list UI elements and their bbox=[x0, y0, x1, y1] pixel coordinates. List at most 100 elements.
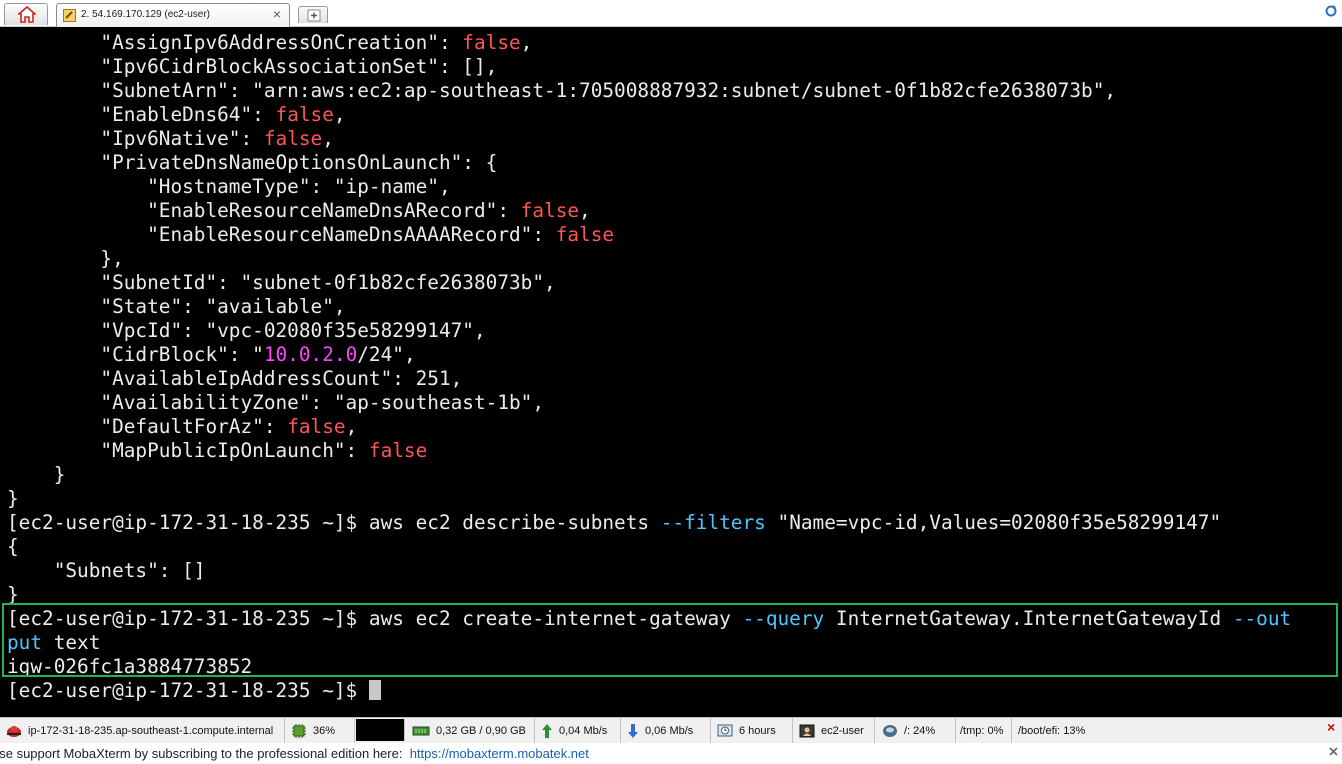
terminal-text: } bbox=[7, 583, 19, 606]
terminal-text: { bbox=[7, 535, 19, 558]
status-uptime-text: 6 hours bbox=[739, 724, 776, 737]
terminal-output: "AssignIpv6AddressOnCreation": false, "I… bbox=[7, 31, 1291, 703]
upload-icon bbox=[542, 723, 552, 738]
terminal-text: false bbox=[555, 223, 615, 246]
terminal-text: false bbox=[287, 415, 346, 438]
terminal-text: put bbox=[7, 631, 43, 654]
close-icon[interactable]: × bbox=[1327, 720, 1340, 734]
status-memory: 0,32 GB / 0,90 GB bbox=[406, 718, 535, 743]
status-cpu: 36% bbox=[285, 718, 355, 743]
status-disk-boot-text: /boot/efi: 13% bbox=[1018, 724, 1086, 737]
terminal-text: false bbox=[263, 127, 323, 150]
status-upload-text: 0,04 Mb/s bbox=[559, 724, 608, 737]
close-icon[interactable]: × bbox=[273, 6, 281, 22]
terminal-text: "VpcId": "vpc-02080f35e58299147", bbox=[7, 319, 486, 342]
terminal-text: false bbox=[520, 199, 580, 222]
user-icon bbox=[799, 724, 815, 737]
terminal-text: "SubnetId": "subnet-0f1b82cfe2638073b", bbox=[7, 271, 556, 294]
terminal-line: } bbox=[7, 487, 1291, 511]
terminal-line: "MapPublicIpOnLaunch": false bbox=[7, 439, 1291, 463]
terminal-cursor bbox=[368, 680, 381, 700]
status-disk-tmp-text: /tmp: 0% bbox=[960, 724, 1004, 737]
terminal-line: } bbox=[7, 583, 1291, 607]
status-disk-root-text: /: 24% bbox=[904, 724, 936, 737]
status-disk-root: /: 24% bbox=[876, 718, 956, 743]
support-message-text: ase support MobaXterm by subscribing to … bbox=[0, 746, 403, 761]
status-user-text: ec2-user bbox=[821, 724, 864, 737]
terminal-text: }, bbox=[7, 247, 124, 270]
terminal-line: "VpcId": "vpc-02080f35e58299147", bbox=[7, 319, 1291, 343]
terminal-tab-icon bbox=[63, 9, 76, 22]
terminal-text: "SubnetArn": "arn:aws:ec2:ap-southeast-1… bbox=[7, 79, 1117, 102]
terminal-line: "PrivateDnsNameOptionsOnLaunch": { bbox=[7, 151, 1291, 175]
terminal-line: } bbox=[7, 463, 1291, 487]
status-user: ec2-user bbox=[793, 718, 875, 743]
terminal-line: "CidrBlock": "10.0.2.0/24", bbox=[7, 343, 1291, 367]
terminal-line: { bbox=[7, 535, 1291, 559]
terminal-line: "Subnets": [] bbox=[7, 559, 1291, 583]
support-message: ase support MobaXterm by subscribing to … bbox=[0, 746, 589, 761]
terminal-text: --out bbox=[1232, 607, 1292, 630]
terminal-text: "Subnets": [] bbox=[7, 559, 206, 582]
terminal-line: put text bbox=[7, 631, 1291, 655]
terminal-text: , bbox=[345, 415, 358, 438]
terminal-text: "AvailableIpAddressCount": 251, bbox=[7, 367, 463, 390]
cpu-icon bbox=[292, 723, 306, 738]
terminal-text: , bbox=[322, 127, 334, 150]
terminal-text: [ec2-user@ip-172-31-18-235 ~]$ aws ec2 c… bbox=[7, 607, 743, 630]
terminal-view[interactable]: "AssignIpv6AddressOnCreation": false, "I… bbox=[0, 27, 1342, 717]
terminal-text: false bbox=[275, 103, 334, 126]
status-download: 0,06 Mb/s bbox=[621, 718, 711, 743]
terminal-line: "State": "available", bbox=[7, 295, 1291, 319]
terminal-text: , bbox=[333, 103, 346, 126]
terminal-line: [ec2-user@ip-172-31-18-235 ~]$ aws ec2 c… bbox=[7, 607, 1291, 631]
terminal-line: igw-026fc1a3884773852 bbox=[7, 655, 1291, 679]
refresh-icon[interactable] bbox=[1324, 4, 1338, 18]
terminal-text: "EnableResourceNameDnsARecord": bbox=[7, 199, 521, 222]
status-host-text: ip-172-31-18-235.ap-southeast-1.compute.… bbox=[28, 724, 274, 737]
new-tab-button[interactable] bbox=[298, 6, 328, 23]
linux-icon bbox=[7, 725, 21, 737]
terminal-line: "Ipv6CidrBlockAssociationSet": [], bbox=[7, 55, 1291, 79]
terminal-text: [ec2-user@ip-172-31-18-235 ~]$ aws ec2 d… bbox=[7, 511, 661, 534]
terminal-text: , bbox=[520, 31, 533, 54]
terminal-text: } bbox=[7, 463, 66, 486]
terminal-text: "Ipv6CidrBlockAssociationSet": [], bbox=[7, 55, 498, 78]
terminal-text: "MapPublicIpOnLaunch": bbox=[7, 439, 369, 462]
session-tab-title: 2. 54.169.170.129 (ec2-user) bbox=[81, 9, 210, 20]
session-tab[interactable]: 2. 54.169.170.129 (ec2-user) × bbox=[56, 3, 290, 27]
terminal-line: "AssignIpv6AddressOnCreation": false, bbox=[7, 31, 1291, 55]
terminal-text: "HostnameType": "ip-name", bbox=[7, 175, 451, 198]
terminal-line: "EnableResourceNameDnsAAAARecord": false bbox=[7, 223, 1291, 247]
terminal-text: false bbox=[462, 31, 521, 54]
terminal-line: [ec2-user@ip-172-31-18-235 ~]$ aws ec2 d… bbox=[7, 511, 1291, 535]
terminal-text: "DefaultForAz": bbox=[7, 415, 288, 438]
terminal-text: "CidrBlock": " bbox=[7, 343, 264, 366]
terminal-text: --query bbox=[742, 607, 825, 630]
terminal-text: [ec2-user@ip-172-31-18-235 ~]$ bbox=[7, 679, 369, 702]
memory-icon bbox=[412, 726, 430, 735]
status-download-text: 0,06 Mb/s bbox=[645, 724, 694, 737]
terminal-text: 10.0.2.0 bbox=[263, 343, 358, 366]
terminal-text: "PrivateDnsNameOptionsOnLaunch": { bbox=[7, 151, 498, 174]
terminal-line: "SubnetId": "subnet-0f1b82cfe2638073b", bbox=[7, 271, 1291, 295]
terminal-text: "Ipv6Native": bbox=[7, 127, 264, 150]
status-upload: 0,04 Mb/s bbox=[535, 718, 621, 743]
terminal-line: [ec2-user@ip-172-31-18-235 ~]$ bbox=[7, 679, 1291, 703]
terminal-line: "AvailabilityZone": "ap-southeast-1b", bbox=[7, 391, 1291, 415]
status-cpu-text: 36% bbox=[313, 724, 336, 737]
terminal-text: "EnableDns64": bbox=[7, 103, 276, 126]
status-bar: ip-172-31-18-235.ap-southeast-1.compute.… bbox=[0, 717, 1342, 743]
status-memory-text: 0,32 GB / 0,90 GB bbox=[436, 724, 526, 737]
mobaxterm-link[interactable]: https://mobaxterm.mobatek.net bbox=[410, 746, 589, 761]
terminal-text: } bbox=[7, 487, 19, 510]
terminal-line: "HostnameType": "ip-name", bbox=[7, 175, 1291, 199]
terminal-text: "State": "available", bbox=[7, 295, 346, 318]
disk-icon bbox=[883, 724, 897, 737]
terminal-text: --filters bbox=[660, 511, 766, 534]
home-tab-button[interactable] bbox=[4, 3, 48, 25]
download-icon bbox=[628, 723, 638, 738]
tab-bar: 2. 54.169.170.129 (ec2-user) × bbox=[0, 0, 1342, 27]
close-icon[interactable] bbox=[1327, 745, 1340, 758]
status-host: ip-172-31-18-235.ap-southeast-1.compute.… bbox=[0, 718, 285, 743]
